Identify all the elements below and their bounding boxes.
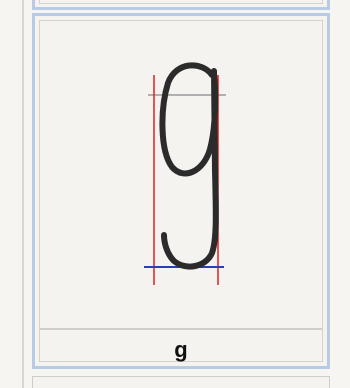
previous-glyph-card-inner bbox=[39, 0, 323, 4]
left-divider bbox=[22, 0, 24, 388]
caption-divider bbox=[40, 328, 322, 330]
next-glyph-card[interactable] bbox=[32, 376, 330, 388]
glyph-drawing bbox=[40, 21, 327, 329]
glyph-card-selected[interactable]: g bbox=[32, 13, 330, 369]
glyph-label: g bbox=[174, 337, 188, 362]
previous-glyph-card[interactable] bbox=[32, 0, 330, 10]
glyph-viewer: g bbox=[0, 0, 350, 388]
